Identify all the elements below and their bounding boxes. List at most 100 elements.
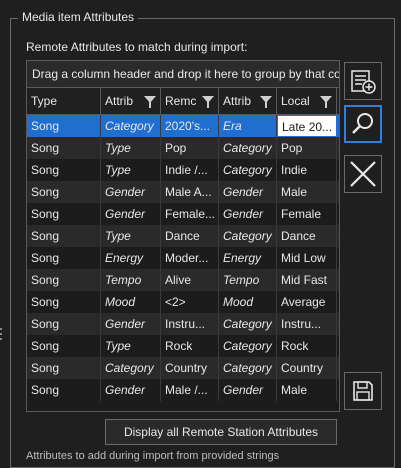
- table-cell[interactable]: Category: [101, 115, 161, 137]
- filter-icon[interactable]: [202, 96, 214, 108]
- column-header-label: Type: [31, 94, 58, 108]
- grid-header: Type Attrib Remc Attrib Local: [27, 88, 339, 115]
- table-row[interactable]: Song Tempo Alive Tempo Mid Fast: [27, 269, 339, 291]
- table-cell[interactable]: Song: [27, 335, 101, 357]
- add-attribute-button[interactable]: [344, 62, 382, 100]
- table-cell[interactable]: Gender: [219, 203, 277, 225]
- filter-icon[interactable]: [320, 96, 332, 108]
- table-cell[interactable]: Mid Fast: [277, 269, 337, 291]
- table-cell[interactable]: Dance: [277, 225, 337, 247]
- table-row[interactable]: Song Gender Male A... Gender Male: [27, 181, 339, 203]
- table-cell[interactable]: Country: [161, 357, 219, 379]
- table-cell[interactable]: Late 20...: [277, 115, 337, 137]
- filter-icon[interactable]: [144, 96, 156, 108]
- column-header-type[interactable]: Type: [27, 88, 101, 114]
- table-cell[interactable]: 2020's...: [161, 115, 219, 137]
- table-cell[interactable]: Type: [101, 137, 161, 159]
- table-cell[interactable]: Male: [277, 181, 337, 203]
- table-cell[interactable]: Category: [219, 159, 277, 181]
- table-cell[interactable]: Rock: [277, 335, 337, 357]
- table-cell[interactable]: Energy: [219, 247, 277, 269]
- table-cell[interactable]: Song: [27, 181, 101, 203]
- table-cell[interactable]: Song: [27, 269, 101, 291]
- save-icon: [353, 381, 373, 401]
- table-row[interactable]: Song Gender Instru... Category Instru...: [27, 313, 339, 335]
- table-row[interactable]: Song Gender Male /... Gender Male: [27, 379, 339, 401]
- table-cell[interactable]: Song: [27, 291, 101, 313]
- table-cell[interactable]: Song: [27, 203, 101, 225]
- column-header-remote[interactable]: Remc: [161, 88, 219, 114]
- table-cell[interactable]: Average: [277, 291, 337, 313]
- table-row[interactable]: Song Mood <2> Mood Average: [27, 291, 339, 313]
- table-cell[interactable]: Song: [27, 357, 101, 379]
- table-cell[interactable]: Type: [101, 159, 161, 181]
- display-all-remote-attributes-button[interactable]: Display all Remote Station Attributes: [105, 419, 337, 445]
- table-cell[interactable]: Alive: [161, 269, 219, 291]
- column-header-label: Attrib: [223, 94, 252, 108]
- group-by-panel[interactable]: Drag a column header and drop it here to…: [27, 61, 339, 88]
- table-cell[interactable]: <2>: [161, 291, 219, 313]
- table-cell[interactable]: Instru...: [161, 313, 219, 335]
- filter-icon[interactable]: [260, 96, 272, 108]
- table-cell[interactable]: Category: [219, 357, 277, 379]
- table-cell[interactable]: Male A...: [161, 181, 219, 203]
- table-row[interactable]: Song Type Dance Category Dance: [27, 225, 339, 247]
- column-header-local[interactable]: Local: [277, 88, 337, 114]
- table-row[interactable]: Song Gender Female... Gender Female: [27, 203, 339, 225]
- table-cell[interactable]: Mood: [219, 291, 277, 313]
- table-cell[interactable]: Energy: [101, 247, 161, 269]
- table-cell[interactable]: Mood: [101, 291, 161, 313]
- table-cell[interactable]: Pop: [161, 137, 219, 159]
- table-cell[interactable]: Gender: [101, 379, 161, 401]
- table-cell[interactable]: Category: [101, 357, 161, 379]
- column-header-attrib[interactable]: Attrib: [101, 88, 161, 114]
- table-cell[interactable]: Male: [277, 379, 337, 401]
- table-cell[interactable]: Song: [27, 225, 101, 247]
- table-cell[interactable]: Tempo: [219, 269, 277, 291]
- table-cell[interactable]: Era: [219, 115, 277, 137]
- table-cell[interactable]: Gender: [219, 379, 277, 401]
- table-cell[interactable]: Female: [277, 203, 337, 225]
- table-row[interactable]: Song Category 2020's... Era Late 20...: [27, 115, 339, 137]
- table-cell[interactable]: Category: [219, 313, 277, 335]
- table-cell[interactable]: Song: [27, 313, 101, 335]
- table-row[interactable]: Song Energy Moder... Energy Mid Low: [27, 247, 339, 269]
- table-cell[interactable]: Gender: [219, 181, 277, 203]
- table-cell[interactable]: Type: [101, 225, 161, 247]
- search-button[interactable]: [344, 105, 382, 143]
- column-header-attrib-local[interactable]: Attrib: [219, 88, 277, 114]
- table-cell[interactable]: Indie /...: [161, 159, 219, 181]
- attributes-grid[interactable]: Drag a column header and drop it here to…: [26, 60, 340, 412]
- table-cell[interactable]: Song: [27, 137, 101, 159]
- table-cell[interactable]: Dance: [161, 225, 219, 247]
- table-cell[interactable]: Gender: [101, 313, 161, 335]
- table-row[interactable]: Song Type Rock Category Rock: [27, 335, 339, 357]
- table-cell[interactable]: Category: [219, 225, 277, 247]
- table-cell[interactable]: Male /...: [161, 379, 219, 401]
- table-cell[interactable]: Country: [277, 357, 337, 379]
- table-row[interactable]: Song Type Indie /... Category Indie: [27, 159, 339, 181]
- table-cell[interactable]: Song: [27, 159, 101, 181]
- table-cell[interactable]: Gender: [101, 181, 161, 203]
- table-cell[interactable]: Gender: [101, 203, 161, 225]
- table-cell[interactable]: Pop: [277, 137, 337, 159]
- table-cell[interactable]: Female...: [161, 203, 219, 225]
- table-cell[interactable]: Mid Low: [277, 247, 337, 269]
- table-cell[interactable]: Category: [219, 137, 277, 159]
- footer-text: Attributes to add during import from pro…: [26, 450, 280, 462]
- table-cell[interactable]: Song: [27, 115, 101, 137]
- table-cell[interactable]: Tempo: [101, 269, 161, 291]
- table-cell[interactable]: Instru...: [277, 313, 337, 335]
- table-cell[interactable]: Song: [27, 247, 101, 269]
- table-cell[interactable]: Indie: [277, 159, 337, 181]
- resize-grip-icon[interactable]: [0, 328, 3, 348]
- table-row[interactable]: Song Type Pop Category Pop: [27, 137, 339, 159]
- table-cell[interactable]: Rock: [161, 335, 219, 357]
- delete-button[interactable]: [344, 155, 382, 193]
- table-cell[interactable]: Type: [101, 335, 161, 357]
- table-row[interactable]: Song Category Country Category Country: [27, 357, 339, 379]
- save-button[interactable]: [344, 372, 382, 410]
- table-cell[interactable]: Moder...: [161, 247, 219, 269]
- table-cell[interactable]: Category: [219, 335, 277, 357]
- table-cell[interactable]: Song: [27, 379, 101, 401]
